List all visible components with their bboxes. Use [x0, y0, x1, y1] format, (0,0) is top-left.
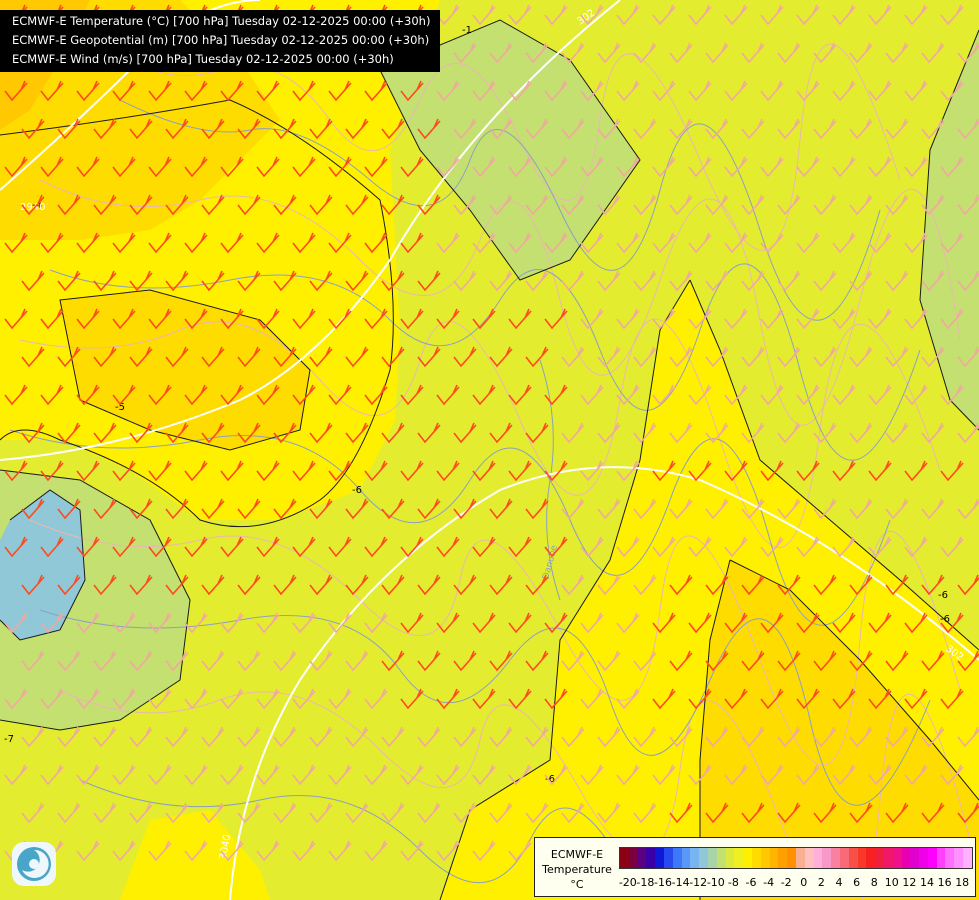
legend-swatch [655, 848, 664, 868]
legend-tick-label: -2 [780, 876, 792, 889]
legend-swatch [707, 848, 717, 868]
legend-swatch [813, 848, 823, 868]
legend-swatch [892, 848, 902, 868]
legend-swatch [716, 848, 726, 868]
legend-tick-label: -8 [727, 876, 739, 889]
temperature-legend: ECMWF-E Temperature °C -20 -18 -16 -14 -12 -1… [534, 837, 976, 897]
legend-swatch [760, 848, 770, 868]
legend-tick-label: -18 [636, 876, 655, 889]
legend-swatch [919, 848, 928, 868]
legend-tick-label: -10 [706, 876, 725, 889]
legend-swatch [963, 848, 972, 868]
legend-tick-label: 2 [817, 876, 825, 889]
legend-swatch [866, 848, 876, 868]
legend-swatch [945, 848, 955, 868]
title-temperature: ECMWF-E Temperature (°C) [700 hPa] Tuesd… [12, 14, 431, 28]
legend-tick-label: 12 [902, 876, 917, 889]
legend-swatch [681, 848, 691, 868]
legend-title: ECMWF-E Temperature °C [542, 848, 612, 891]
legend-tick-label: -16 [654, 876, 672, 889]
legend-swatch [778, 848, 788, 868]
legend-swatch [646, 848, 656, 868]
legend-swatch [910, 848, 920, 868]
legend-tick-label: 6 [853, 876, 861, 889]
legend-tick-label: 14 [920, 876, 934, 889]
legend-swatch [743, 848, 752, 868]
contour-label: -1 [462, 25, 472, 36]
legend-swatch [637, 848, 647, 868]
legend-swatch [751, 848, 761, 868]
legend-swatch [690, 848, 700, 868]
legend-tick-labels: -20 -18 -16 -14 -12 -10 -8 -6 -4 -2 0 2 4 6 8 10 12 14 16 1… [619, 876, 971, 890]
legend-swatch [725, 848, 735, 868]
legend-swatch [883, 848, 893, 868]
legend-swatch [787, 848, 796, 868]
legend-tick-label: 0 [800, 876, 808, 889]
legend-tick-label: 18 [955, 876, 970, 889]
legend-swatch [936, 848, 946, 868]
map-title-box: ECMWF-E Temperature (°C) [700 hPa] Tuesd… [0, 10, 441, 72]
legend-swatch [831, 848, 840, 868]
legend-color-bar [619, 847, 973, 869]
legend-tick-label: -14 [671, 876, 690, 889]
legend-swatch [672, 848, 682, 868]
legend-tick-label: -12 [689, 876, 708, 889]
legend-tick-label: 16 [937, 876, 952, 889]
legend-swatch [839, 848, 849, 868]
legend-swatch [857, 848, 867, 868]
legend-swatch [734, 848, 744, 868]
contour-label: -6 [352, 485, 362, 496]
legend-tick-label: -6 [745, 876, 757, 889]
ecmwf-logo-icon [12, 842, 56, 886]
legend-swatch [663, 848, 673, 868]
title-wind: ECMWF-E Wind (m/s) [700 hPa] Tuesday 02-… [12, 52, 394, 66]
legend-swatch [795, 848, 805, 868]
title-geopotential: ECMWF-E Geopotential (m) [700 hPa] Tuesd… [12, 33, 430, 47]
legend-swatch [822, 848, 832, 868]
legend-swatch [804, 848, 814, 868]
weather-map[interactable]: -1 -4 -5 -6 -6 -6 -6 -7 302 302 2940 304… [0, 0, 979, 900]
legend-swatch [927, 848, 937, 868]
legend-swatch [699, 848, 708, 868]
contour-label: -6 [938, 590, 948, 601]
legend-swatch [848, 848, 858, 868]
legend-tick-label: -20 [618, 876, 637, 889]
legend-swatch [954, 848, 964, 868]
legend-tick-label: 8 [870, 876, 878, 889]
legend-tick-label: 10 [884, 876, 899, 889]
legend-tick-label: 4 [835, 876, 843, 889]
legend-swatch [901, 848, 911, 868]
legend-swatch [769, 848, 779, 868]
contour-label: -7 [4, 734, 14, 745]
legend-swatch [875, 848, 884, 868]
legend-swatch [620, 848, 629, 868]
legend-swatch [628, 848, 638, 868]
legend-tick-label: -4 [763, 876, 775, 889]
